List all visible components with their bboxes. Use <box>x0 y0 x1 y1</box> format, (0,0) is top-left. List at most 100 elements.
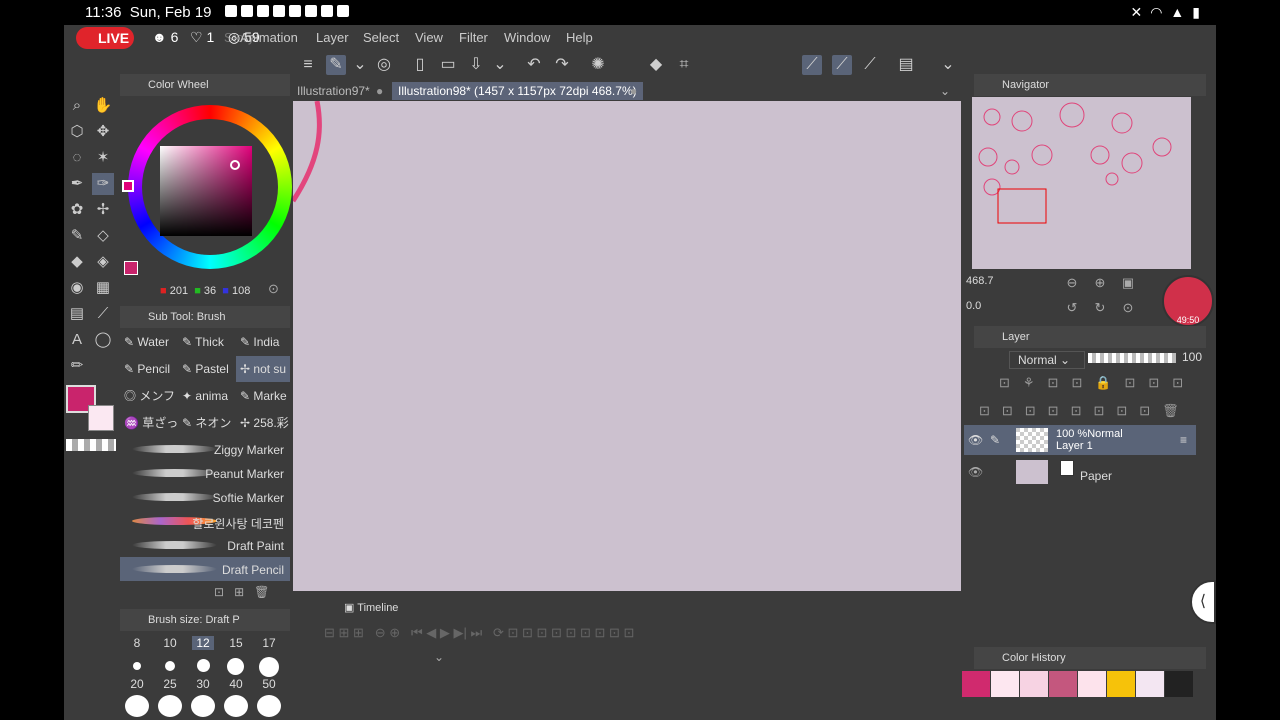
color-picker-handle[interactable] <box>230 160 240 170</box>
size-15[interactable]: 15 <box>225 636 247 650</box>
menu-view[interactable]: View <box>415 30 443 45</box>
size-dot[interactable] <box>165 661 175 671</box>
size-dot[interactable] <box>224 695 248 717</box>
edit-icon[interactable]: ✎ <box>326 55 346 75</box>
size-50[interactable]: 50 <box>258 677 280 691</box>
brush-peanut-marker[interactable]: Peanut Marker <box>120 461 290 485</box>
history-swatch[interactable] <box>1020 671 1048 697</box>
subtool-neon[interactable]: ✎ ネオン <box>182 410 231 436</box>
hand-icon[interactable]: ✋ <box>92 95 114 117</box>
size-dot[interactable] <box>227 658 244 675</box>
size-12[interactable]: 12 <box>192 636 214 650</box>
trash-icon[interactable]: 🗑 <box>254 585 269 599</box>
drawing-canvas[interactable] <box>293 101 961 591</box>
operation-icon[interactable]: ⬡ <box>66 121 88 143</box>
brush-softie-marker[interactable]: Softie Marker <box>120 485 290 509</box>
copy-subtool-icon[interactable]: ⊡ <box>214 585 224 599</box>
pen-icon[interactable]: ✑ <box>92 173 114 195</box>
subtool-pencil[interactable]: ✎ Pencil <box>124 356 170 382</box>
transparent-swatch[interactable] <box>66 439 116 451</box>
device-icon[interactable]: ▤ <box>896 55 916 75</box>
rotate-left-icon[interactable]: ↺ <box>1064 300 1080 316</box>
eraser-icon[interactable]: ◇ <box>92 225 114 247</box>
tab-illustration98[interactable]: Illustration98* (1457 x 1157px 72dpi 468… <box>392 82 643 100</box>
brush-ziggy-marker[interactable]: Ziggy Marker <box>120 437 290 461</box>
timeline-dropdown-icon[interactable]: ⌄ <box>434 650 444 664</box>
zoom-in-icon[interactable]: ⊕ <box>1092 275 1108 291</box>
size-17[interactable]: 17 <box>258 636 280 650</box>
subtool-marker[interactable]: ✎ Marke <box>240 383 287 409</box>
history-swatch[interactable] <box>991 671 1019 697</box>
tabs-chevron-down-icon[interactable]: ⌄ <box>940 84 950 98</box>
menu-window[interactable]: Window <box>504 30 550 45</box>
rotation-value[interactable]: 0.0 <box>966 300 981 312</box>
subtool-pastel[interactable]: ✎ Pastel <box>182 356 229 382</box>
subtool-india[interactable]: ✎ India <box>240 329 279 355</box>
zoom-value[interactable]: 468.7 <box>966 275 994 287</box>
menu-select[interactable]: Select <box>363 30 399 45</box>
menu-filter[interactable]: Filter <box>459 30 488 45</box>
move-icon[interactable]: ✥ <box>92 121 114 143</box>
layer-row-layer1[interactable]: 👁 ✎ 100 %Normal Layer 1 ≡ <box>964 425 1196 455</box>
layer-menu-icon[interactable]: ≡ <box>1180 433 1187 447</box>
loading-icon[interactable]: ✺ <box>588 55 608 75</box>
size-dot[interactable] <box>125 695 149 717</box>
sub-color-swatch[interactable] <box>88 405 114 431</box>
open-folder-icon[interactable]: ▭ <box>438 55 458 75</box>
visibility-eye-icon[interactable]: 👁 <box>968 465 983 479</box>
fit-screen-icon[interactable]: ▣ <box>1120 275 1136 291</box>
ruler-icon[interactable]: ⟋ <box>92 303 114 325</box>
subtool-258[interactable]: ✢ 258.彩 <box>240 410 289 436</box>
size-dot[interactable] <box>259 657 279 677</box>
transform-icon[interactable]: ⌗ <box>674 55 694 75</box>
ruler-snap-3-icon[interactable]: ⟋ <box>860 55 880 75</box>
figure-icon[interactable]: ▦ <box>92 277 114 299</box>
undo-icon[interactable]: ↶ <box>524 55 544 75</box>
size-dot[interactable] <box>257 695 281 717</box>
tab-close-dot[interactable]: ● <box>376 84 383 98</box>
subtool-water[interactable]: ✎ Water <box>124 329 169 355</box>
gradient-icon[interactable]: ◉ <box>66 277 88 299</box>
frame-icon[interactable]: ▤ <box>66 303 88 325</box>
layer-row-paper[interactable]: 👁 Paper <box>964 457 1196 487</box>
redo-icon[interactable]: ↷ <box>552 55 572 75</box>
size-dot[interactable] <box>133 662 141 670</box>
size-30[interactable]: 30 <box>192 677 214 691</box>
history-swatch[interactable] <box>1165 671 1193 697</box>
subtool-menf[interactable]: ◎ メンフ <box>124 383 175 409</box>
history-swatch[interactable] <box>962 671 990 697</box>
history-swatch[interactable] <box>1136 671 1164 697</box>
ruler-snap-2-icon[interactable]: ⟋ <box>832 55 852 75</box>
lasso-icon[interactable]: ◌ <box>66 147 88 169</box>
balloon-icon[interactable]: ◯ <box>92 329 114 351</box>
saturation-value-square[interactable] <box>160 146 252 236</box>
pen-lock-icon[interactable]: ✎ <box>990 433 1000 447</box>
fill-icon[interactable]: ◆ <box>646 55 666 75</box>
zoom-out-icon[interactable]: ⊖ <box>1064 275 1080 291</box>
brush-candy-deco-pen[interactable]: 할로윈사탕 데코펜 <box>120 509 290 533</box>
ruler-snap-icon[interactable]: ⟋ <box>802 55 822 75</box>
hamburger-menu-icon[interactable]: ≡ <box>298 55 318 75</box>
size-40[interactable]: 40 <box>225 677 247 691</box>
size-25[interactable]: 25 <box>159 677 181 691</box>
fill-bucket-icon[interactable]: ◆ <box>66 251 88 273</box>
brush-icon[interactable]: ✎ <box>66 225 88 247</box>
color-settings-icon[interactable]: ⊙ <box>268 281 279 297</box>
history-swatch[interactable] <box>1049 671 1077 697</box>
history-swatch[interactable] <box>1078 671 1106 697</box>
blend-icon[interactable]: ◈ <box>92 251 114 273</box>
brush-draft-pencil[interactable]: Draft Pencil <box>120 557 290 581</box>
menu-animation[interactable]: Animation <box>240 30 298 45</box>
size-8[interactable]: 8 <box>126 636 148 650</box>
rotate-right-icon[interactable]: ↻ <box>1092 300 1108 316</box>
menu-help[interactable]: Help <box>566 30 593 45</box>
size-10[interactable]: 10 <box>159 636 181 650</box>
opacity-slider[interactable] <box>1088 353 1176 363</box>
reset-rotation-icon[interactable]: ⊙ <box>1120 300 1136 316</box>
magic-wand-icon[interactable]: ✶ <box>92 147 114 169</box>
chevron-down-icon[interactable]: ⌄ <box>938 55 958 75</box>
tab-illustration97[interactable]: Illustration97* <box>297 84 370 98</box>
blend-mode-select[interactable]: Normal ⌄ <box>1009 351 1085 369</box>
tab-close-dot[interactable]: ● <box>630 84 637 98</box>
menu-layer[interactable]: Layer <box>316 30 349 45</box>
